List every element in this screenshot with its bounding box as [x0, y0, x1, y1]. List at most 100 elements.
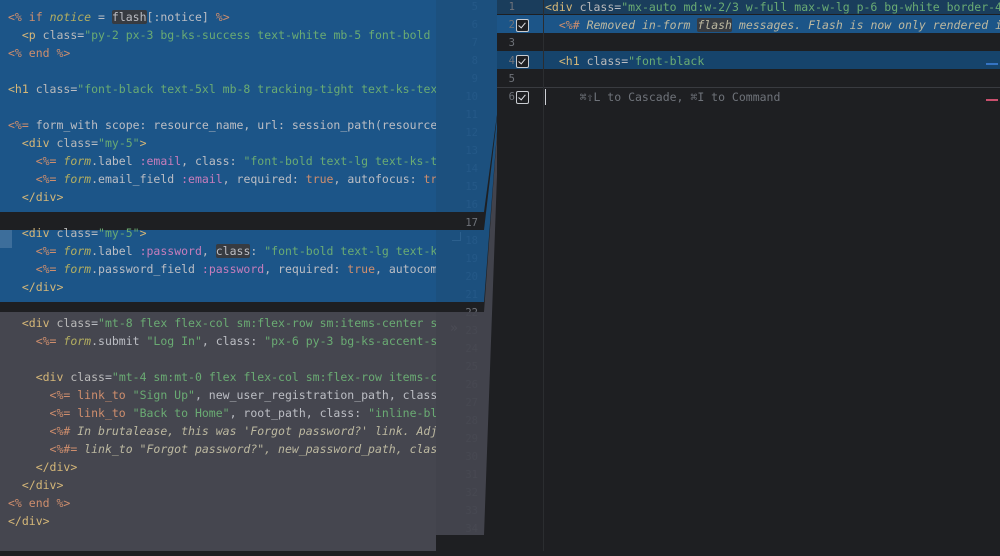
code-line[interactable]: <h1 class="font-black text-5xl mb-8 trac…: [8, 80, 436, 98]
code-token: link_to: [77, 406, 133, 420]
code-token: true: [347, 262, 375, 276]
code-line[interactable]: <%= link_to "Sign Up", new_user_registra…: [8, 386, 436, 404]
code-line[interactable]: <%= form.email_field :email, required: t…: [8, 170, 436, 188]
code-token: "Back to Home": [132, 406, 230, 420]
code-token: :password: [201, 262, 265, 276]
code-token: Removed in-form: [586, 18, 698, 32]
code-line[interactable]: <p class="py-2 px-3 bg-ks-success text-w…: [8, 26, 436, 44]
code-token: <%=: [8, 118, 36, 132]
code-line[interactable]: <div class="mt-8 flex flex-col sm:flex-r…: [8, 314, 436, 332]
code-token: .submit: [91, 334, 147, 348]
code-token: <p: [21, 28, 43, 42]
accept-change-checkbox-icon[interactable]: [516, 55, 529, 68]
code-line[interactable]: <%#= link_to "Forgot password?", new_pas…: [8, 440, 436, 458]
code-token: =: [91, 136, 99, 150]
code-line[interactable]: <%= link_to "Back to Home", root_path, c…: [8, 404, 436, 422]
code-token: <div: [21, 226, 57, 240]
code-token: "font-bold text-lg text-ks-tex: [264, 244, 436, 258]
code-line[interactable]: <div class="mt-4 sm:mt-0 flex flex-col s…: [8, 368, 436, 386]
code-line[interactable]: <div class="my-5">: [8, 224, 147, 242]
code-token: :password: [139, 244, 202, 258]
code-line[interactable]: </div>: [8, 476, 64, 494]
code-line[interactable]: <%# Removed in-form flash messages. Flas…: [545, 16, 1000, 34]
code-token: </div>: [21, 280, 64, 294]
code-token: form_with scope: resource_name, url: ses…: [35, 118, 436, 132]
code-line[interactable]: <%= form.label :password, class: "font-b…: [8, 242, 436, 260]
code-token: <h1: [558, 54, 587, 68]
code-token: "py-2 px-3 bg-ks-success text-white mb-5…: [84, 28, 436, 42]
code-token: <%=: [35, 244, 64, 258]
code-token: <%=: [35, 262, 64, 276]
code-token: , autofocus:: [333, 172, 424, 186]
code-token: .label: [91, 244, 140, 258]
code-line[interactable]: <%= form.password_field :password, requi…: [8, 260, 436, 278]
code-token: [:notice]: [146, 10, 216, 24]
code-token: <%=: [35, 172, 64, 186]
code-line[interactable]: <%= form.submit "Log In", class: "px-6 p…: [8, 332, 436, 350]
code-token: ,: [201, 244, 216, 258]
code-token: form: [63, 262, 92, 276]
code-token: "Log In": [146, 334, 202, 348]
code-line[interactable]: <% end %>: [8, 494, 70, 512]
code-token: %>: [56, 46, 71, 60]
code-token: form: [63, 154, 92, 168]
line-number: 4: [508, 55, 515, 67]
code-line[interactable]: <% if notice = flash[:notice] %>: [8, 8, 230, 26]
code-token: <%=: [49, 388, 78, 402]
accept-change-checkbox-icon[interactable]: [516, 19, 529, 32]
accept-change-checkbox-icon[interactable]: [516, 91, 529, 104]
code-token: , class:: [201, 334, 265, 348]
code-line[interactable]: <h1 class="font-black: [545, 52, 704, 70]
code-token: >: [139, 226, 147, 240]
code-token: true: [305, 172, 334, 186]
right-editor-pane[interactable]: 1 <div class="mx-auto md:w-2/3 w-full max…: [497, 0, 1000, 551]
code-token: <div: [21, 316, 57, 330]
code-line[interactable]: <%= form.label :email, class: "font-bold…: [8, 152, 436, 170]
code-line[interactable]: <%= form_with scope: resource_name, url:…: [8, 116, 436, 134]
code-token: <%#: [558, 18, 587, 32]
code-line[interactable]: </div>: [8, 188, 64, 206]
code-line[interactable]: </div>: [8, 458, 78, 476]
code-token: .label: [91, 154, 140, 168]
code-token: <%#: [49, 424, 78, 438]
line-number: 1: [508, 1, 515, 13]
code-token: :: [250, 244, 265, 258]
code-token: , required:: [222, 172, 306, 186]
code-token: form: [63, 334, 92, 348]
code-token: flash: [111, 10, 147, 24]
code-token: class: [56, 136, 92, 150]
code-token: "inline-block p: [368, 406, 436, 420]
code-token: <%=: [35, 154, 64, 168]
text-caret: [545, 89, 546, 105]
code-line[interactable]: </div>: [8, 278, 64, 296]
left-editor-pane[interactable]: <% if notice = flash[:notice] %> <p clas…: [0, 0, 436, 551]
code-token: class: [42, 28, 78, 42]
code-line[interactable]: </div>: [8, 512, 50, 530]
code-line[interactable]: <% end %>: [8, 44, 70, 62]
code-line[interactable]: <%# In brutalease, this was 'Forgot pass…: [8, 422, 436, 440]
code-token: .password_field: [91, 262, 202, 276]
line-number: 6: [508, 91, 515, 103]
code-token: , autocomplete: [375, 262, 436, 276]
code-line[interactable]: <div class="mx-auto md:w-2/3 w-full max-…: [545, 0, 1000, 16]
code-line[interactable]: <div class="my-5">: [8, 134, 147, 152]
code-token: <%: [8, 496, 29, 510]
code-token: link_to: [77, 388, 133, 402]
code-token: <%: [8, 10, 29, 24]
line-number: 2: [508, 19, 515, 31]
code-token: <div: [545, 0, 580, 14]
inline-hint[interactable]: ⌘⇧L to Cascade, ⌘I to Command: [545, 88, 781, 106]
code-token: if: [28, 10, 50, 24]
code-token: %>: [215, 10, 230, 24]
